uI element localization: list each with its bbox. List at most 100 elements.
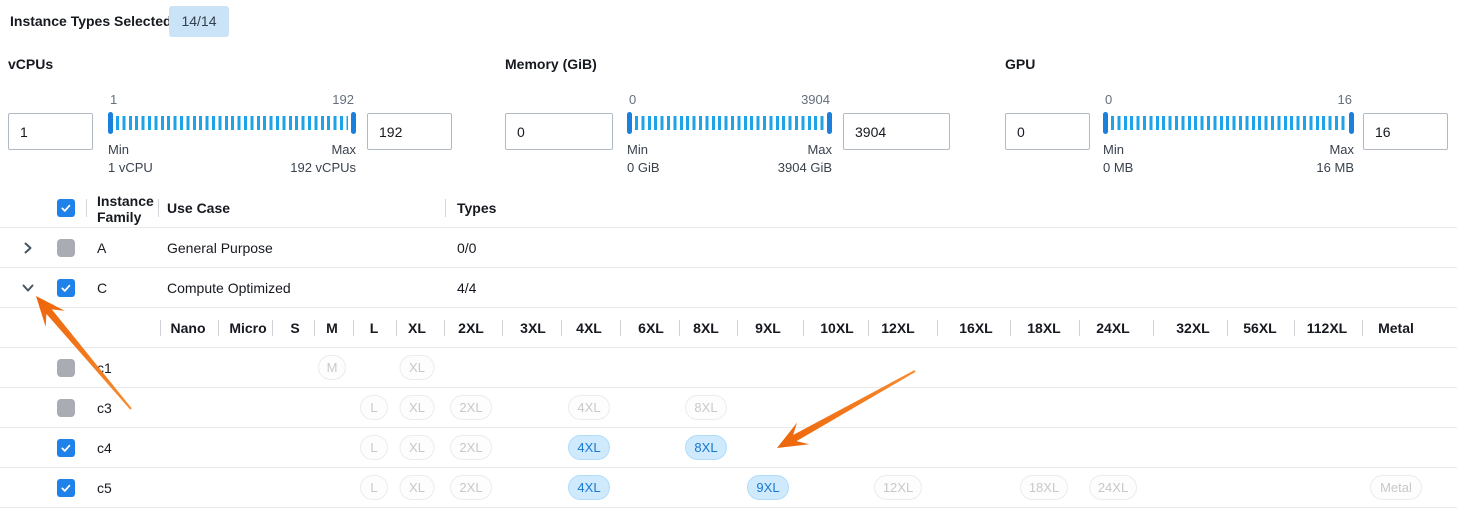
vcpus-max-caption: Max: [331, 142, 356, 157]
size-divider: [1153, 320, 1154, 336]
filter-title-gpu: GPU: [1005, 56, 1035, 72]
size-pill-c1-m[interactable]: M: [318, 355, 346, 380]
size-pill-c5-xl[interactable]: XL: [400, 475, 435, 500]
size-column-12xl: 12XL: [881, 308, 914, 348]
vcpus-max-handle[interactable]: [351, 112, 356, 134]
family-types-count: 4/4: [457, 268, 476, 308]
gpu-range-min-label: 0: [1105, 92, 1112, 107]
family-checkbox-A[interactable]: [57, 239, 75, 257]
size-pill-c1-xl[interactable]: XL: [400, 355, 435, 380]
column-header-types: Types: [457, 188, 496, 228]
size-pill-c3-4xl[interactable]: 4XL: [568, 395, 610, 420]
memory-min-handle[interactable]: [627, 112, 632, 134]
size-column-16xl: 16XL: [959, 308, 992, 348]
size-column-18xl: 18XL: [1027, 308, 1060, 348]
header-divider: [445, 199, 446, 217]
size-column-9xl: 9XL: [755, 308, 781, 348]
memory-range-max-label: 3904: [801, 92, 830, 107]
family-row-C: CCompute Optimized4/4: [0, 268, 1457, 308]
size-column-nano: Nano: [171, 308, 206, 348]
size-divider: [444, 320, 445, 336]
family-name: A: [97, 228, 106, 268]
check-icon: [60, 282, 72, 294]
size-divider: [803, 320, 804, 336]
size-pill-c5-2xl[interactable]: 2XL: [450, 475, 492, 500]
size-pill-c5-12xl[interactable]: 12XL: [874, 475, 922, 500]
family-types-count: 0/0: [457, 228, 476, 268]
check-icon: [60, 482, 72, 494]
size-pill-c3-8xl[interactable]: 8XL: [685, 395, 727, 420]
size-divider: [1294, 320, 1295, 336]
vcpus-range-slider[interactable]: [108, 112, 356, 134]
memory-max-input[interactable]: [843, 113, 950, 150]
memory-range-slider[interactable]: [627, 112, 832, 134]
size-divider: [218, 320, 219, 336]
filter-title-memory: Memory (GiB): [505, 56, 597, 72]
size-pill-c4-l[interactable]: L: [360, 435, 388, 460]
size-pill-c5-18xl[interactable]: 18XL: [1020, 475, 1068, 500]
memory-max-handle[interactable]: [827, 112, 832, 134]
memory-slider-ticks: [635, 116, 824, 130]
filter-title-vcpus: vCPUs: [8, 56, 53, 72]
gpu-max-handle[interactable]: [1349, 112, 1354, 134]
size-divider: [396, 320, 397, 336]
memory-min-input[interactable]: [505, 113, 613, 150]
type-row-c5: c5LXL2XL4XL9XL12XL18XL24XLMetal: [0, 468, 1457, 508]
family-checkbox-C[interactable]: [57, 279, 75, 297]
size-column-10xl: 10XL: [820, 308, 853, 348]
family-name: C: [97, 268, 107, 308]
size-column-m: M: [326, 308, 338, 348]
filter-vcpus: vCPUs1192Min1 vCPUMax192 vCPUs: [8, 49, 460, 188]
size-divider: [1010, 320, 1011, 336]
type-name: c4: [97, 428, 112, 468]
vcpus-min-handle[interactable]: [108, 112, 113, 134]
gpu-min-input[interactable]: [1005, 113, 1090, 150]
selected-count-badge: 14/14: [169, 6, 229, 37]
vcpus-min-caption: Min: [108, 142, 129, 157]
gpu-min-handle[interactable]: [1103, 112, 1108, 134]
size-pill-c4-xl[interactable]: XL: [400, 435, 435, 460]
type-checkbox-c3[interactable]: [57, 399, 75, 417]
vcpus-slider-ticks: [116, 116, 348, 130]
check-icon: [60, 202, 72, 214]
gpu-max-input[interactable]: [1363, 113, 1448, 150]
size-pill-c4-4xl[interactable]: 4XL: [568, 435, 610, 460]
header-divider: [158, 199, 159, 217]
vcpus-max-detail: 192 vCPUs: [290, 160, 356, 175]
size-pill-c5-metal[interactable]: Metal: [1370, 475, 1422, 500]
gpu-max-caption: Max: [1329, 142, 1354, 157]
instance-type-selector: Instance Types Selected: 14/14 vCPUs 1 192…: [0, 0, 1457, 511]
type-checkbox-c5[interactable]: [57, 479, 75, 497]
size-pill-c5-24xl[interactable]: 24XL: [1089, 475, 1137, 500]
size-pill-c3-xl[interactable]: XL: [400, 395, 435, 420]
expand-chevron-right-icon[interactable]: [21, 241, 35, 255]
size-pill-c4-2xl[interactable]: 2XL: [450, 435, 492, 460]
size-column-6xl: 6XL: [638, 308, 664, 348]
size-divider: [679, 320, 680, 336]
gpu-range-slider[interactable]: [1103, 112, 1354, 134]
size-divider: [314, 320, 315, 336]
size-pill-c3-2xl[interactable]: 2XL: [450, 395, 492, 420]
selected-count-label: Instance Types Selected:: [10, 13, 176, 29]
vcpus-min-input[interactable]: [8, 113, 93, 150]
size-divider: [353, 320, 354, 336]
size-divider: [561, 320, 562, 336]
size-pill-c5-9xl[interactable]: 9XL: [747, 475, 789, 500]
vcpus-range-min-label: 1: [110, 92, 117, 107]
size-divider: [502, 320, 503, 336]
size-pill-c3-l[interactable]: L: [360, 395, 388, 420]
size-pill-c5-4xl[interactable]: 4XL: [568, 475, 610, 500]
size-column-xl: XL: [408, 308, 426, 348]
size-header-row: NanoMicroSMLXL2XL3XL4XL6XL8XL9XL10XL12XL…: [0, 308, 1457, 348]
size-column-24xl: 24XL: [1096, 308, 1129, 348]
size-pill-c4-8xl[interactable]: 8XL: [685, 435, 727, 460]
type-name: c3: [97, 388, 112, 428]
vcpus-max-input[interactable]: [367, 113, 452, 150]
size-pill-c5-l[interactable]: L: [360, 475, 388, 500]
type-name: c1: [97, 348, 112, 388]
type-checkbox-c1[interactable]: [57, 359, 75, 377]
size-column-metal: Metal: [1378, 308, 1414, 348]
type-checkbox-c4[interactable]: [57, 439, 75, 457]
select-all-checkbox[interactable]: [57, 199, 75, 217]
expand-chevron-down-icon[interactable]: [21, 281, 35, 295]
